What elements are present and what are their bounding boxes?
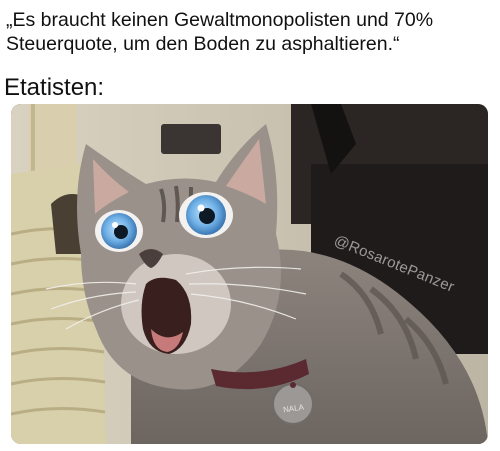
- quote-caption: „Es braucht keinen Gewaltmonopolisten un…: [6, 8, 494, 56]
- quote-line-1: „Es braucht keinen Gewaltmonopolisten un…: [6, 9, 434, 31]
- quote-line-2: Steuerquote, um den Boden zu asphaltiere…: [6, 33, 400, 55]
- subject-label: Etatisten:: [4, 74, 105, 101]
